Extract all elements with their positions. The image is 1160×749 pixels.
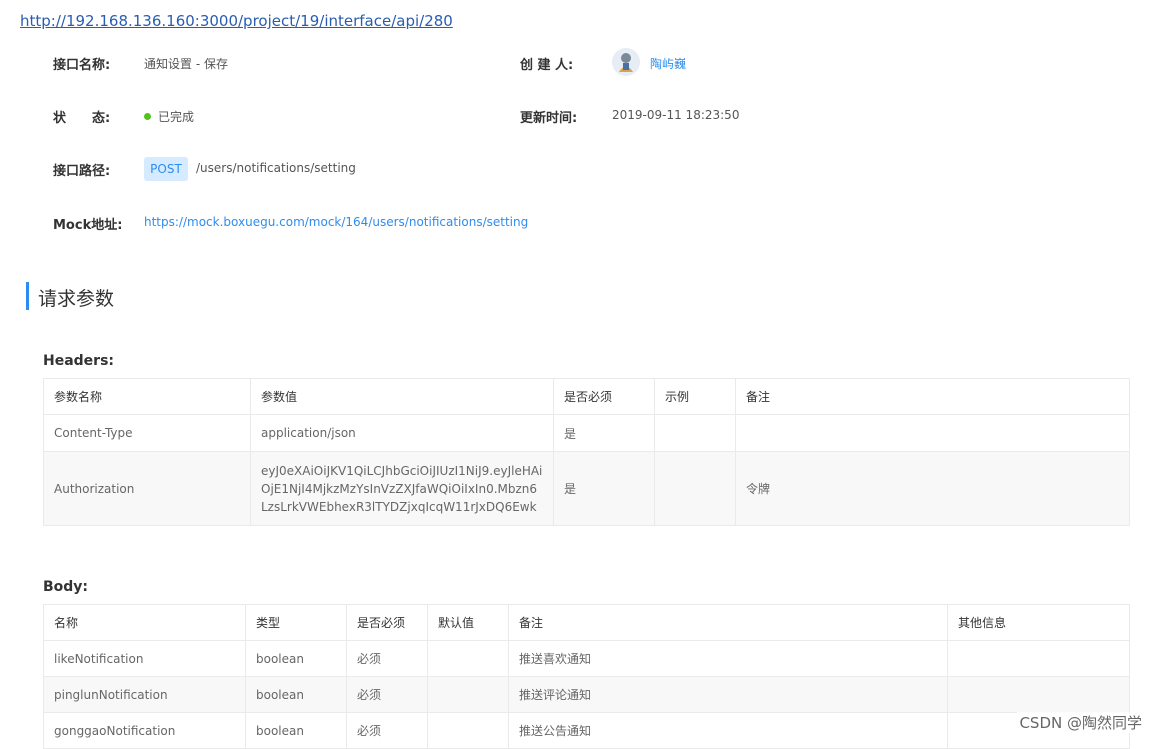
creator-avatar[interactable] — [612, 48, 640, 76]
param-note-cell — [735, 414, 1130, 452]
interface-name-value: 通知设置 - 保存 — [144, 57, 228, 71]
field-type-cell: boolean — [245, 640, 347, 677]
field-required-cell: 必须 — [346, 676, 428, 713]
field-note-cell: 推送公告通知 — [508, 712, 948, 749]
field-required-cell: 必须 — [346, 712, 428, 749]
field-name-cell: gonggaoNotification — [43, 712, 246, 749]
table-row: Content-Type application/json 是 — [43, 414, 1130, 452]
field-default-cell — [427, 676, 509, 713]
field-type-cell: boolean — [245, 676, 347, 713]
status-text: 已完成 — [158, 110, 195, 124]
column-header: 名称 — [43, 604, 246, 641]
section-title: 请求参数 — [38, 288, 115, 310]
param-name-cell: Content-Type — [43, 414, 251, 452]
field-other-cell — [947, 640, 1130, 677]
page-url-link[interactable]: http://192.168.136.160:3000/project/19/i… — [20, 12, 453, 30]
param-example-cell — [654, 451, 736, 526]
body-title: Body: — [43, 579, 89, 595]
headers-title: Headers: — [43, 353, 115, 369]
column-header: 默认值 — [427, 604, 509, 641]
column-header: 备注 — [735, 378, 1130, 415]
field-default-cell — [427, 712, 509, 749]
method-tag: POST — [144, 157, 188, 181]
field-other-cell — [947, 676, 1130, 713]
column-header: 示例 — [654, 378, 736, 415]
column-header: 参数名称 — [43, 378, 251, 415]
param-value-cell: eyJ0eXAiOiJKV1QiLCJhbGciOiJIUzI1NiJ9.eyJ… — [250, 451, 554, 526]
field-name-cell: pinglunNotification — [43, 676, 246, 713]
table-header-row: 参数名称 参数值 是否必须 示例 备注 — [43, 378, 1130, 415]
table-row: pinglunNotification boolean 必须 推送评论通知 — [43, 676, 1130, 713]
creator-name-link[interactable]: 陶屿巍 — [650, 55, 686, 72]
interface-name-label: 接口名称: — [53, 58, 111, 73]
interface-path-value: /users/notifications/setting — [196, 161, 356, 175]
param-value-cell: application/json — [250, 414, 554, 452]
status-dot-icon — [144, 113, 151, 120]
table-row: Authorization eyJ0eXAiOiJKV1QiLCJhbGciOi… — [43, 451, 1130, 526]
updated-time-label: 更新时间: — [520, 111, 578, 126]
field-default-cell — [427, 640, 509, 677]
mock-address-label: Mock地址: — [53, 218, 123, 233]
field-type-cell: boolean — [245, 712, 347, 749]
field-note-cell: 推送评论通知 — [508, 676, 948, 713]
status-value: 已完成 — [144, 108, 194, 125]
param-example-cell — [654, 414, 736, 452]
column-header: 备注 — [508, 604, 948, 641]
watermark: CSDN @陶然同学 — [1017, 712, 1144, 733]
body-table: 名称 类型 是否必须 默认值 备注 其他信息 likeNotification … — [43, 604, 1130, 749]
field-note-cell: 推送喜欢通知 — [508, 640, 948, 677]
interface-path-label: 接口路径: — [53, 164, 111, 179]
column-header: 类型 — [245, 604, 347, 641]
headers-table: 参数名称 参数值 是否必须 示例 备注 Content-Type applica… — [43, 378, 1130, 526]
table-row: gonggaoNotification boolean 必须 推送公告通知 — [43, 712, 1130, 749]
column-header: 是否必须 — [346, 604, 428, 641]
field-required-cell: 必须 — [346, 640, 428, 677]
table-header-row: 名称 类型 是否必须 默认值 备注 其他信息 — [43, 604, 1130, 641]
param-required-cell: 是 — [553, 451, 655, 526]
updated-time-value: 2019-09-11 18:23:50 — [612, 108, 740, 122]
creator-label: 创 建 人: — [520, 58, 574, 73]
status-label: 状 态: — [53, 111, 111, 126]
table-row: likeNotification boolean 必须 推送喜欢通知 — [43, 640, 1130, 677]
avatar-image-icon — [612, 48, 640, 76]
section-accent-bar — [26, 282, 29, 310]
column-header: 参数值 — [250, 378, 554, 415]
param-note-cell: 令牌 — [735, 451, 1130, 526]
param-required-cell: 是 — [553, 414, 655, 452]
column-header: 是否必须 — [553, 378, 655, 415]
param-name-cell: Authorization — [43, 451, 251, 526]
mock-url-link[interactable]: https://mock.boxuegu.com/mock/164/users/… — [144, 215, 528, 229]
column-header: 其他信息 — [947, 604, 1130, 641]
field-name-cell: likeNotification — [43, 640, 246, 677]
